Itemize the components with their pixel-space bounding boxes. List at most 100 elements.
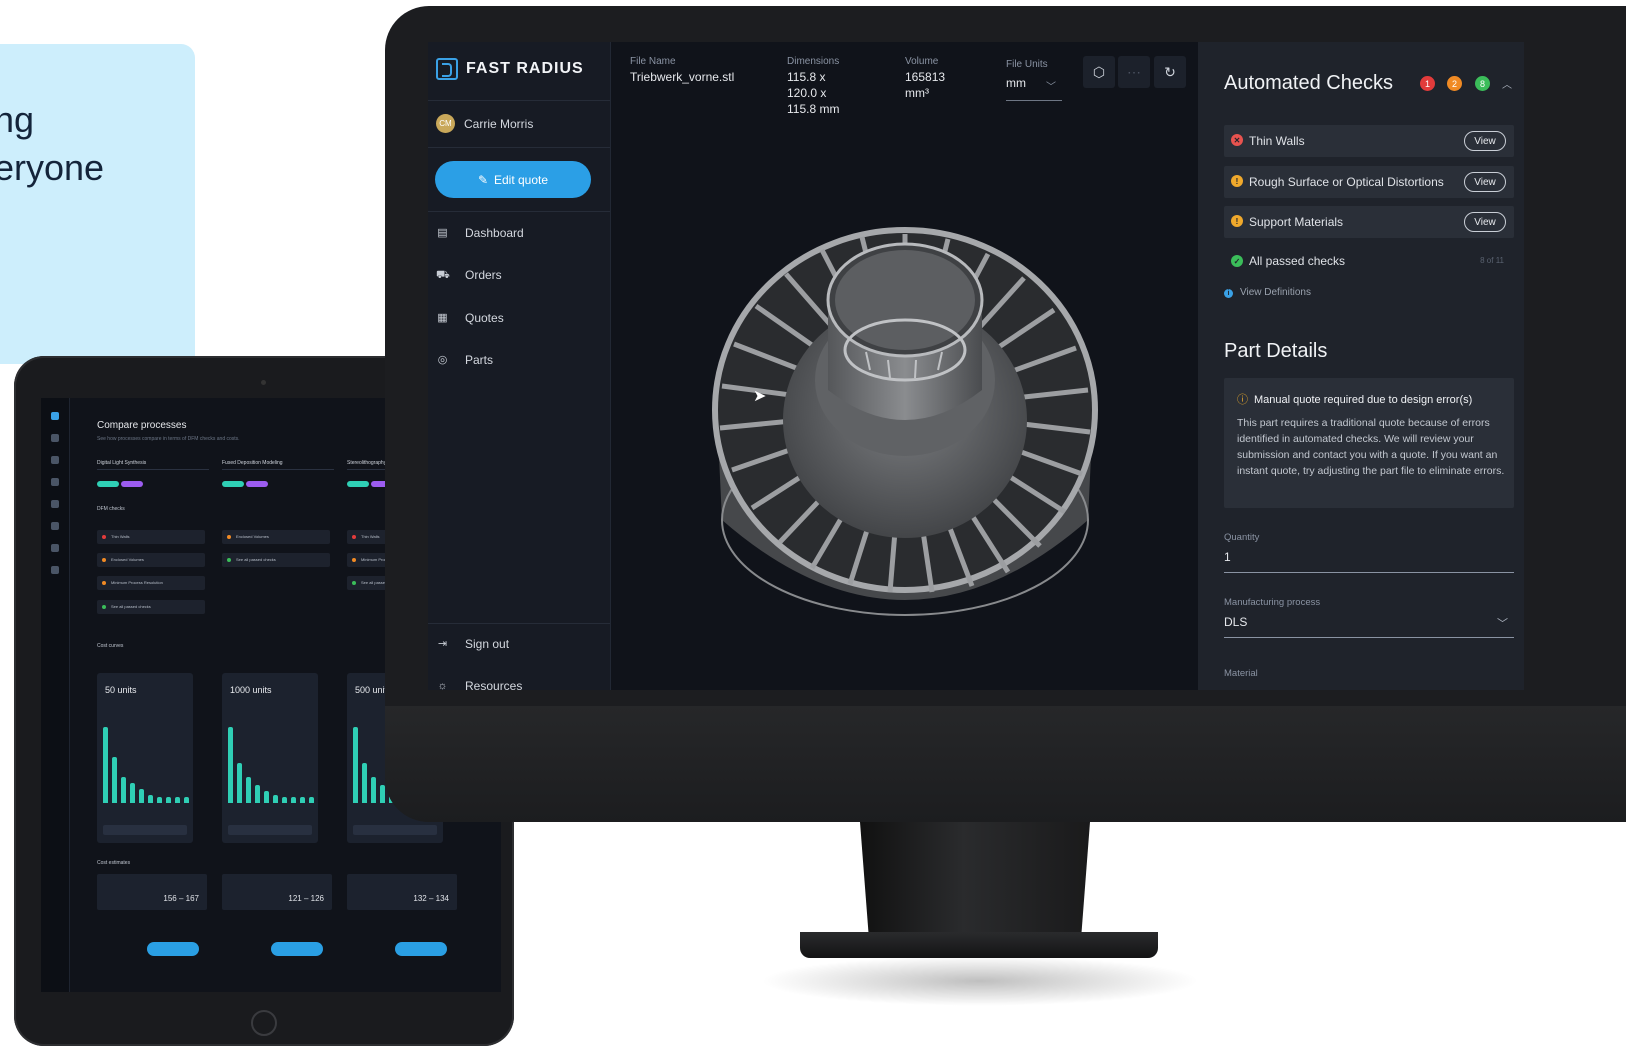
manufacturing-process-field[interactable]: Manufacturing process DLS ﹀ (1224, 597, 1514, 638)
chevron-up-icon[interactable]: ︿ (1502, 76, 1512, 91)
all-passed-checks[interactable]: ✓ All passed checks 8 of 11 (1224, 252, 1514, 272)
nav-label: Dashboard (465, 226, 524, 240)
dfm-check[interactable]: See all passed checks (97, 600, 205, 614)
nav-icon[interactable] (51, 434, 59, 442)
notice-title: Manual quote required due to design erro… (1254, 394, 1473, 406)
sidebar: FAST RADIUS CM Carrie Morris ✎ Edit quot… (428, 42, 611, 690)
sign-out-label: Sign out (465, 637, 510, 651)
nav-label: Parts (465, 353, 494, 367)
nav-label: Orders (465, 268, 502, 282)
warning-icon: ! (1231, 175, 1243, 187)
receipt-icon: ▦ (437, 312, 448, 324)
logo-icon (51, 412, 59, 420)
select-process-button[interactable] (395, 942, 447, 956)
warning-icon: ! (1231, 215, 1243, 227)
dfm-check[interactable]: Minimum Process Resolution (97, 576, 205, 590)
nav-icon[interactable] (51, 456, 59, 464)
avatar: CM (436, 114, 455, 133)
check-thin-walls: ✕ Thin Walls View (1224, 125, 1514, 157)
nav-icon[interactable] (51, 500, 59, 508)
view-button[interactable]: View (1464, 212, 1506, 232)
grid-view-button[interactable]: ⋯ (1118, 56, 1150, 88)
user-profile[interactable]: CM Carrie Morris (436, 114, 533, 133)
units-label: 50 units (105, 685, 137, 695)
file-name: Triebwerk_vorne.stl (630, 70, 735, 84)
automated-checks-title: Automated Checks (1224, 72, 1393, 94)
units-label: 1000 units (230, 685, 272, 695)
nav-item-dashboard[interactable]: ▤ Dashboard (436, 226, 524, 240)
brand[interactable]: FAST RADIUS (436, 56, 584, 82)
monitor-stand (860, 822, 1090, 942)
user-name: Carrie Morris (464, 116, 534, 131)
nav-label: Quotes (465, 311, 504, 325)
resources-label: Resources (465, 679, 523, 690)
reset-view-button[interactable]: ↻ (1154, 56, 1186, 88)
process-column[interactable]: Digital Light Synthesis (97, 460, 209, 492)
part-details-title: Part Details (1224, 340, 1328, 362)
view-button[interactable]: View (1464, 172, 1506, 192)
nav-item-parts[interactable]: ◎ Parts (436, 353, 493, 367)
nav-icon[interactable] (51, 566, 59, 574)
brand-name: FAST RADIUS (466, 60, 584, 77)
dfm-check[interactable]: Enclosed Volumes (222, 530, 330, 544)
nav-icon[interactable] (51, 522, 59, 530)
edit-quote-label: Edit quote (494, 172, 549, 187)
quantity-input[interactable]: 1 (1224, 550, 1514, 573)
nav-icon[interactable] (51, 478, 59, 486)
check-support-materials: ! Support Materials View (1224, 206, 1514, 238)
process-column[interactable]: Fused Deposition Modeling (222, 460, 334, 492)
edit-quote-button[interactable]: ✎ Edit quote (435, 161, 591, 198)
file-units-label: File Units (1006, 59, 1048, 70)
details-panel: Automated Checks 1 2 8 ︿ ✕ Thin Walls Vi… (1198, 42, 1524, 690)
material-field[interactable]: Material (1224, 668, 1514, 680)
rotate-icon: ↻ (1164, 63, 1176, 80)
cost-bars (103, 723, 189, 803)
select-process-button[interactable] (147, 942, 199, 956)
sign-out-icon: ⇥ (437, 638, 448, 650)
chevron-down-icon: ﹀ (1497, 618, 1508, 630)
warning-icon: ⓘ (1237, 394, 1248, 406)
manual-quote-notice: ⓘ Manual quote required due to design err… (1224, 378, 1514, 508)
file-name-field: File Name Triebwerk_vorne.stl (630, 56, 735, 84)
sign-out-link[interactable]: ⇥ Sign out (436, 637, 509, 651)
error-icon: ✕ (1231, 134, 1243, 146)
nav-item-quotes[interactable]: ▦ Quotes (436, 311, 504, 325)
warning-count-badge: 2 (1447, 76, 1462, 91)
resources-link[interactable]: ☼ Resources (436, 679, 522, 690)
mouse-cursor-icon: ➤ (753, 388, 767, 405)
pencil-icon: ✎ (477, 172, 488, 187)
tablet-camera (261, 380, 266, 385)
compare-title: Compare processes (97, 420, 187, 431)
cube-view-button[interactable]: ⬡ (1083, 56, 1115, 88)
dfm-check[interactable]: Enclosed Volumes (97, 553, 205, 567)
process-select[interactable]: DLS ﹀ (1224, 615, 1514, 638)
parts-icon: ◎ (437, 354, 448, 366)
dfm-check[interactable]: Thin Walls (97, 530, 205, 544)
quantity-field[interactable]: Quantity 1 (1224, 532, 1514, 573)
chevron-down-icon: ﹀ (1046, 82, 1056, 93)
3d-model-viewer[interactable] (710, 220, 1100, 624)
file-units-select[interactable]: mm ﹀ (1006, 76, 1062, 101)
dashboard-icon: ▤ (437, 227, 448, 239)
monitor-base (800, 932, 1158, 958)
process-name: Fused Deposition Modeling (222, 460, 334, 470)
select-process-button[interactable] (271, 942, 323, 956)
passed-count-badge: 8 (1475, 76, 1490, 91)
view-button[interactable]: View (1464, 131, 1506, 151)
grid-icon: ⋯ (1127, 63, 1141, 80)
promo-card: ng eryone (0, 44, 195, 364)
cost-bars (228, 723, 314, 803)
view-definitions-link[interactable]: i View Definitions (1224, 287, 1311, 298)
nav-item-orders[interactable]: ⛟ Orders (436, 268, 502, 282)
cart-icon: ⛟ (436, 269, 450, 281)
info-icon: i (1224, 289, 1233, 298)
passed-count: 8 of 11 (1480, 256, 1504, 265)
app-screen: FAST RADIUS CM Carrie Morris ✎ Edit quot… (428, 42, 1524, 690)
cube-icon: ⬡ (1092, 63, 1106, 80)
check-rough-surface: ! Rough Surface or Optical Distortions V… (1224, 166, 1514, 198)
dfm-check[interactable]: See all passed checks (222, 553, 330, 567)
process-name: Digital Light Synthesis (97, 460, 209, 470)
cost-estimate: 121 – 126 (222, 874, 332, 910)
nav-icon[interactable] (51, 544, 59, 552)
fast-radius-logo-icon (436, 58, 458, 80)
